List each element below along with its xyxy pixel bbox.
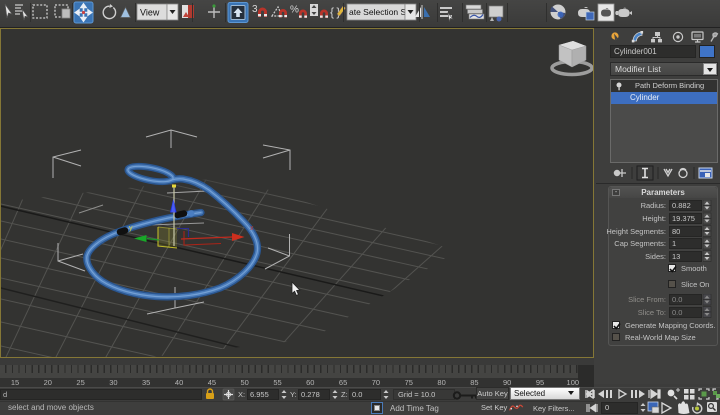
svg-text:y: y	[129, 225, 133, 232]
svg-text:3: 3	[252, 4, 258, 15]
svg-text:View: View	[140, 8, 160, 18]
svg-text:x: x	[250, 225, 254, 232]
svg-text:ate Selection Se: ate Selection Se	[349, 7, 411, 17]
svg-text:%: %	[290, 5, 299, 16]
